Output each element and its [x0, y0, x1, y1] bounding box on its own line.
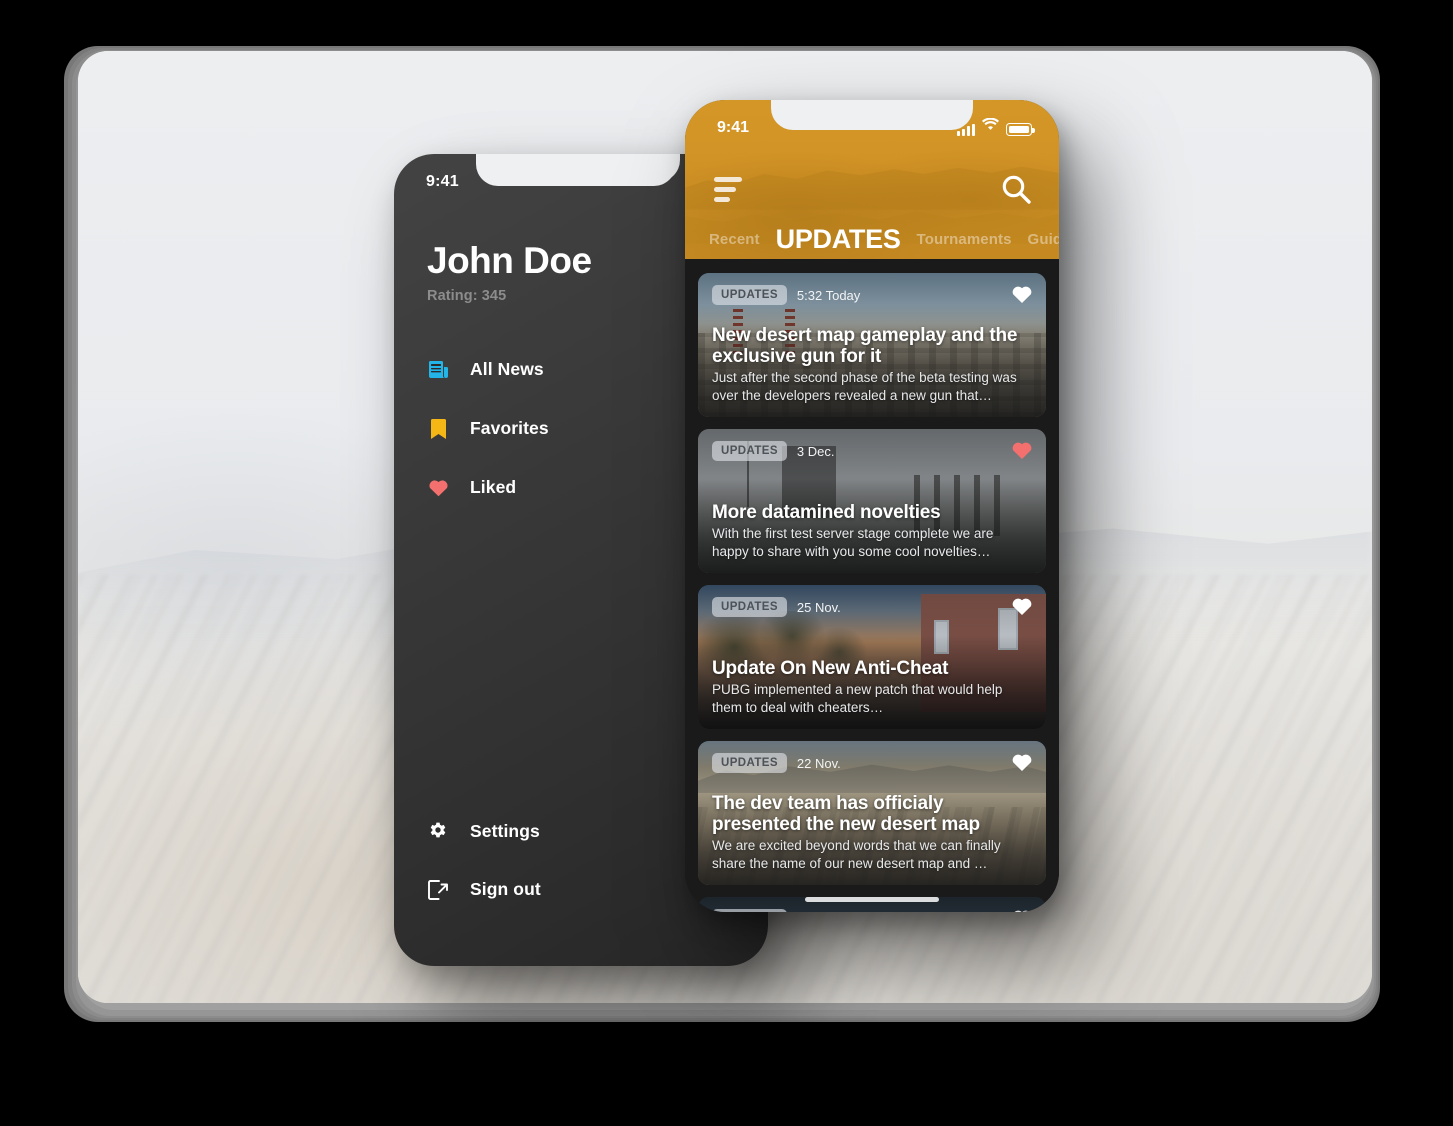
- news-feed-list[interactable]: UPDATES 5:32 Today New desert map gamepl…: [685, 259, 1059, 912]
- news-card-date: 22 Nov.: [796, 755, 841, 771]
- left-status-time: 9:41: [426, 173, 459, 190]
- tab-recent[interactable]: Recent: [709, 231, 760, 248]
- home-indicator[interactable]: [805, 897, 939, 902]
- gear-icon: [427, 821, 449, 843]
- news-card-badge: UPDATES: [712, 753, 787, 773]
- news-card-meta: UPDATES 3 Dec.: [712, 441, 1032, 461]
- news-card-meta: UPDATES: [712, 909, 1032, 912]
- user-profile-block: John Doe Rating: 345: [427, 240, 592, 304]
- news-card-excerpt: PUBG implemented a new patch that would …: [712, 682, 1003, 715]
- tab-active-underline: [777, 259, 830, 260]
- newspaper-icon: [427, 359, 449, 381]
- right-phone-news-feed-screen: 9:41 Recent UPDATES Tournaments Guid UPD…: [685, 100, 1059, 912]
- sidebar-item-liked-label: Liked: [470, 477, 517, 497]
- news-card-badge: UPDATES: [712, 597, 787, 617]
- news-card[interactable]: UPDATES 22 Nov. The dev team has officia…: [698, 741, 1046, 885]
- hamburger-menu-icon[interactable]: [714, 176, 744, 202]
- sidebar-item-all-news-label: All News: [470, 359, 544, 379]
- news-card[interactable]: UPDATES 5:32 Today New desert map gamepl…: [698, 273, 1046, 417]
- news-card-headline: New desert map gameplay and the exclusiv…: [712, 324, 1018, 367]
- news-card-meta: UPDATES 25 Nov.: [712, 597, 1032, 617]
- sidebar-item-sign-out[interactable]: Sign out: [427, 869, 727, 910]
- user-name: John Doe: [427, 240, 592, 281]
- right-status-icons: [957, 117, 1035, 136]
- sign-out-icon: [427, 879, 449, 901]
- tab-tournaments[interactable]: Tournaments: [917, 231, 1012, 248]
- sidebar-item-liked[interactable]: Liked: [427, 467, 727, 508]
- news-card-date: 3 Dec.: [796, 443, 835, 459]
- news-card-badge: UPDATES: [712, 909, 787, 912]
- sidebar-item-settings-label: Settings: [470, 821, 540, 841]
- news-card-meta: UPDATES 22 Nov.: [712, 753, 1032, 773]
- right-status-time: 9:41: [717, 119, 750, 136]
- heart-icon: [427, 477, 449, 499]
- feed-topbar: [685, 168, 1059, 214]
- news-card-excerpt: We are excited beyond words that we can …: [712, 838, 1001, 871]
- sidebar-item-all-news[interactable]: All News: [427, 349, 727, 390]
- scene: 9:41 John Doe Rating: 345 All News Favor…: [0, 0, 1453, 1126]
- side-menu-nav: All News Favorites Liked: [427, 349, 727, 526]
- news-card-badge: UPDATES: [712, 285, 787, 305]
- heart-icon[interactable]: [1011, 440, 1033, 460]
- tab-guides[interactable]: Guides: [1028, 231, 1059, 248]
- heart-icon[interactable]: [1011, 596, 1033, 616]
- news-card[interactable]: UPDATES 25 Nov. Update On New Anti-Cheat…: [698, 585, 1046, 729]
- news-card-badge: UPDATES: [712, 441, 787, 461]
- news-card-headline: The dev team has officialy presented the…: [712, 792, 980, 835]
- sidebar-item-settings[interactable]: Settings: [427, 811, 727, 852]
- heart-icon[interactable]: [1011, 908, 1033, 912]
- feed-tabs: Recent UPDATES Tournaments Guides: [685, 218, 1059, 260]
- sidebar-item-favorites[interactable]: Favorites: [427, 408, 727, 449]
- side-menu-footer: Settings Sign out: [427, 811, 727, 910]
- news-card-date: 25 Nov.: [796, 599, 841, 615]
- tab-updates[interactable]: UPDATES: [775, 223, 901, 260]
- sidebar-item-sign-out-label: Sign out: [470, 879, 541, 899]
- battery-icon: [1006, 123, 1035, 136]
- news-card-headline: More datamined novelties: [712, 502, 941, 523]
- right-status-bar: 9:41: [685, 112, 1059, 142]
- news-card[interactable]: UPDATES 3 Dec. More datamined novelties …: [698, 429, 1046, 573]
- bookmark-icon: [427, 418, 449, 440]
- user-rating: Rating: 345: [427, 287, 507, 304]
- news-card-excerpt: With the first test server stage complet…: [712, 526, 994, 559]
- wifi-icon: [982, 117, 999, 136]
- signal-icon: [957, 123, 975, 136]
- search-icon[interactable]: [999, 172, 1033, 206]
- heart-icon[interactable]: [1011, 752, 1033, 772]
- sidebar-item-favorites-label: Favorites: [470, 418, 549, 438]
- news-card-excerpt: Just after the second phase of the beta …: [712, 370, 1017, 403]
- news-card-headline: Update On New Anti-Cheat: [712, 658, 949, 679]
- news-card-date: 5:32 Today: [796, 287, 861, 303]
- tab-updates-label: UPDATES: [775, 223, 901, 254]
- news-card-meta: UPDATES 5:32 Today: [712, 285, 1032, 305]
- heart-icon[interactable]: [1011, 284, 1033, 304]
